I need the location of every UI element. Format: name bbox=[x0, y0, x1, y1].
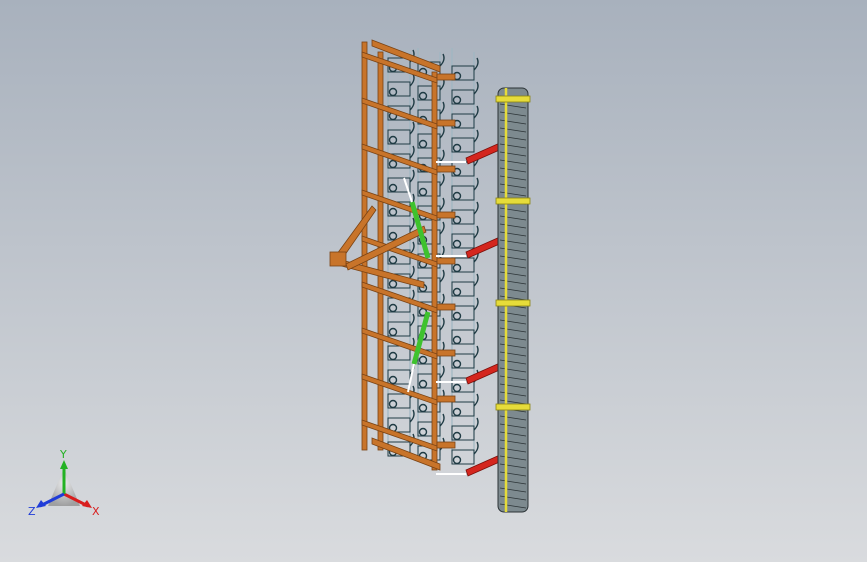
tine-coil bbox=[388, 255, 398, 265]
tine-coil bbox=[388, 303, 398, 313]
crumbler-roller bbox=[495, 87, 531, 513]
graphics-viewport[interactable]: X Y Z bbox=[0, 0, 867, 562]
tine-coil bbox=[452, 239, 462, 249]
frame-bracket bbox=[436, 257, 456, 265]
tine-coil bbox=[388, 375, 398, 385]
tine-coil bbox=[418, 91, 428, 101]
triad-z-label: Z bbox=[28, 505, 36, 518]
frame-bracket bbox=[436, 211, 456, 219]
tine-coil bbox=[388, 207, 398, 217]
tine-coil bbox=[418, 139, 428, 149]
frame-bracket bbox=[436, 73, 456, 81]
tine-coil bbox=[452, 455, 462, 465]
frame-cross-beam bbox=[361, 327, 438, 360]
triad-y-arrow-icon bbox=[60, 460, 68, 469]
roller-segment-band bbox=[495, 299, 531, 307]
frame-cross-beam bbox=[361, 373, 438, 406]
roller-segment-band bbox=[495, 95, 531, 103]
tine-coil bbox=[452, 431, 462, 441]
tine-coil bbox=[452, 383, 462, 393]
tine-coil bbox=[388, 135, 398, 145]
frame-bracket bbox=[436, 165, 456, 173]
tine-coil bbox=[452, 191, 462, 201]
tine-coil bbox=[418, 187, 428, 197]
tine-coil bbox=[418, 379, 428, 389]
tine-coil bbox=[388, 183, 398, 193]
tine-coil bbox=[418, 355, 428, 365]
tine-coil bbox=[418, 427, 428, 437]
frame-bracket bbox=[436, 349, 456, 357]
frame-cross-beam bbox=[361, 97, 438, 130]
tine-coil bbox=[452, 263, 462, 273]
frame-bottom-beam bbox=[371, 437, 441, 471]
tine-coil bbox=[452, 287, 462, 297]
orientation-triad[interactable]: X Y Z bbox=[22, 444, 112, 524]
tine-coil bbox=[452, 407, 462, 417]
tine-coil bbox=[388, 399, 398, 409]
tine-coil bbox=[388, 231, 398, 241]
tine-coil bbox=[452, 95, 462, 105]
tine-coil bbox=[452, 359, 462, 369]
frame-bracket bbox=[436, 303, 456, 311]
triad-x-label: X bbox=[92, 505, 100, 518]
harrow-model[interactable] bbox=[0, 0, 867, 562]
frame-bracket bbox=[436, 441, 456, 449]
tine-coil bbox=[388, 159, 398, 169]
roller-segment-band bbox=[495, 403, 531, 411]
tine-coil bbox=[452, 311, 462, 321]
tine-coil bbox=[452, 143, 462, 153]
tine-coil bbox=[388, 327, 398, 337]
frame-bracket bbox=[436, 119, 456, 127]
triad-y-label: Y bbox=[59, 448, 67, 461]
tine-coil bbox=[452, 335, 462, 345]
roller-segment-band bbox=[495, 197, 531, 205]
hitch-pin bbox=[329, 251, 347, 267]
tine-coil bbox=[388, 87, 398, 97]
tine-coil bbox=[388, 279, 398, 289]
tine-coil bbox=[388, 351, 398, 361]
frame-right-beam bbox=[431, 71, 438, 471]
frame-bracket bbox=[436, 395, 456, 403]
tine-coil bbox=[418, 403, 428, 413]
frame-cross-beam bbox=[361, 143, 438, 176]
